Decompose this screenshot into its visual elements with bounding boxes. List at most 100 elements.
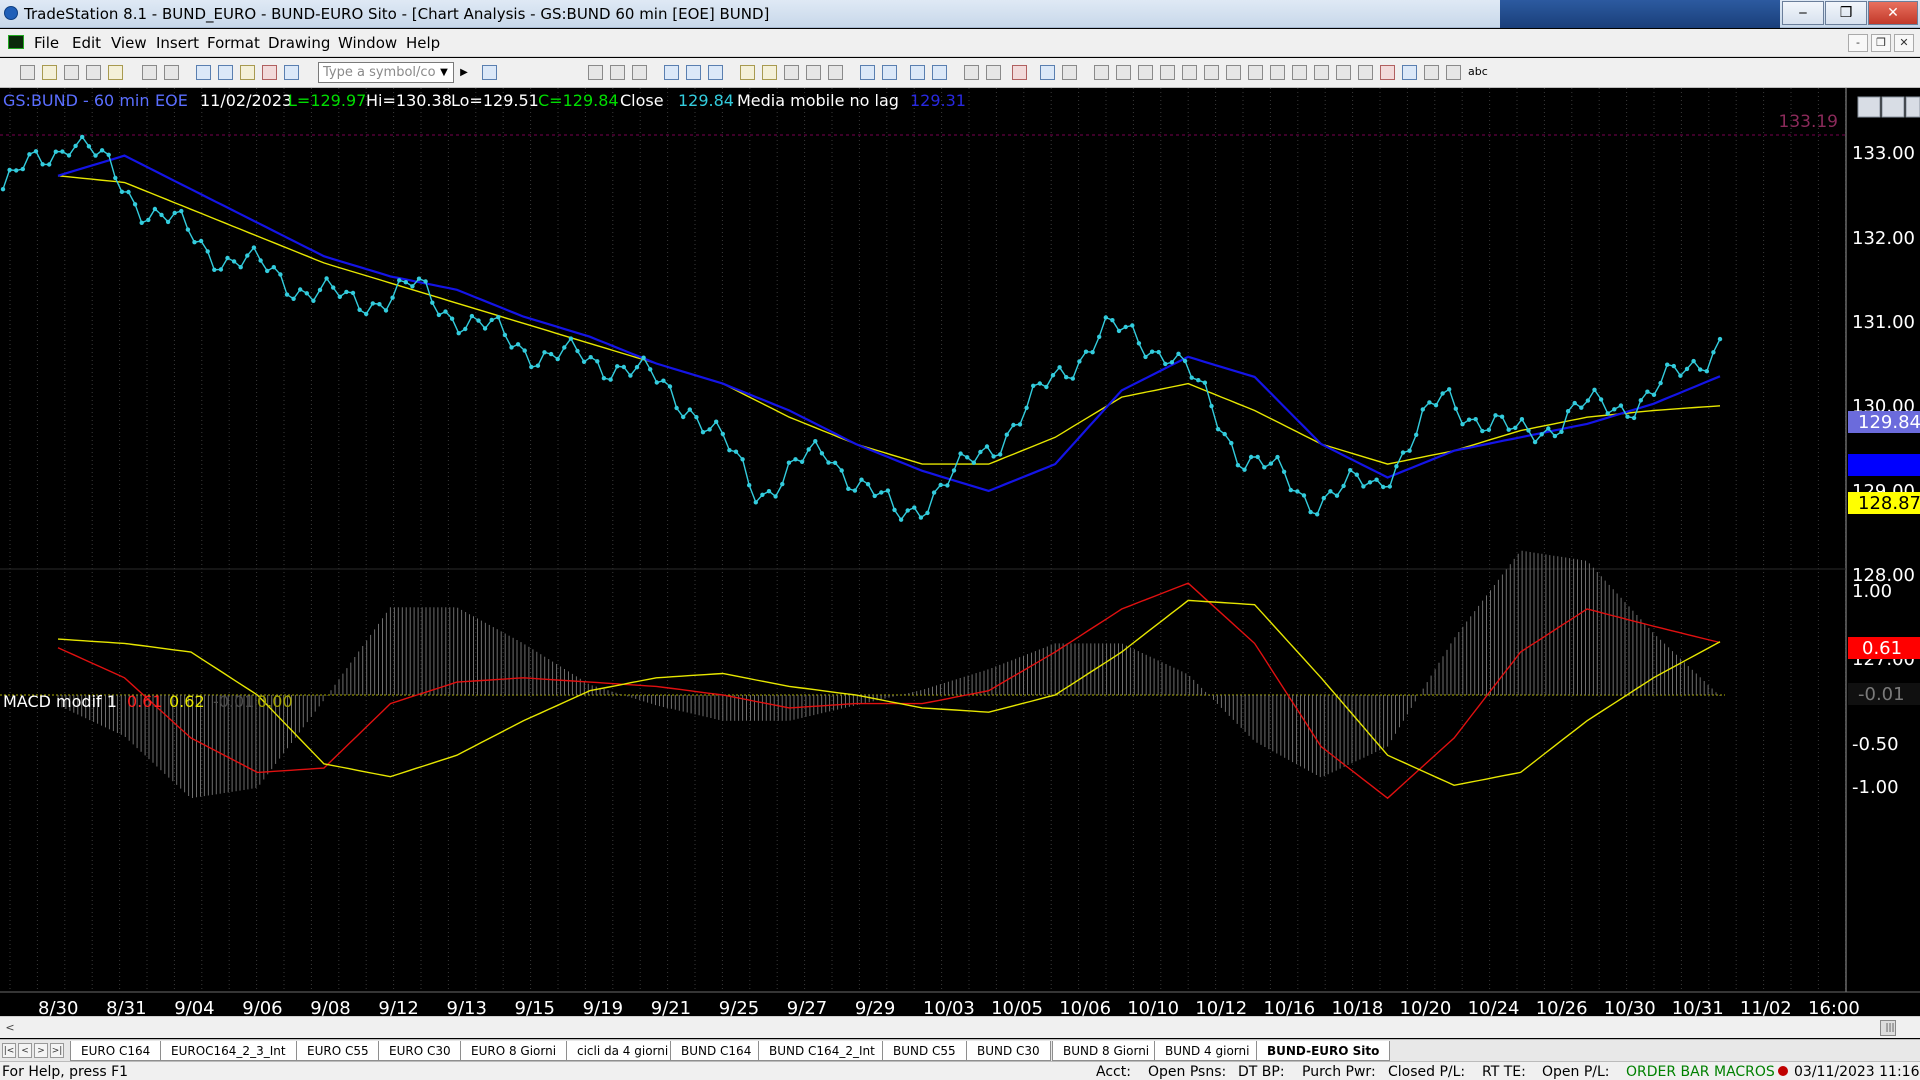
curve-icon[interactable] — [1358, 65, 1373, 80]
regression-icon[interactable] — [1248, 65, 1263, 80]
strategy-icon[interactable] — [686, 65, 701, 80]
speed-lines-icon[interactable] — [1204, 65, 1219, 80]
chart-icon-3[interactable] — [632, 65, 647, 80]
symbol-input[interactable]: Type a symbol/co — [318, 62, 454, 83]
mdi-minimize-button[interactable]: - — [1848, 34, 1868, 52]
compress-icon[interactable] — [882, 65, 897, 80]
tab-euro-c30[interactable]: EURO C30 — [378, 1041, 462, 1061]
window-icon[interactable] — [196, 65, 211, 80]
price-point — [615, 364, 620, 369]
zoom-out-icon[interactable] — [932, 65, 947, 80]
tab-euro-c164[interactable]: EURO C164 — [70, 1041, 162, 1061]
tab-bund-euro-sito[interactable]: BUND-EURO Sito — [1256, 1041, 1391, 1061]
arrow-up-icon[interactable] — [1402, 65, 1417, 80]
arrow-lr-icon[interactable] — [1270, 65, 1285, 80]
tab-bund-c55[interactable]: BUND C55 — [882, 1041, 967, 1061]
mdi-restore-button[interactable]: ❒ — [1871, 34, 1891, 52]
menu-drawing[interactable]: Drawing — [268, 34, 330, 52]
pointer-icon[interactable] — [964, 65, 979, 80]
tab-bund-8-giorni[interactable]: BUND 8 Giorni — [1052, 1041, 1161, 1061]
grid-icon[interactable] — [218, 65, 233, 80]
lock-icon[interactable] — [240, 65, 255, 80]
globe-icon[interactable] — [284, 65, 299, 80]
tools-icon[interactable] — [1012, 65, 1027, 80]
channel-icon[interactable] — [1292, 65, 1307, 80]
horizontal-lines-icon[interactable] — [1138, 65, 1153, 80]
price-point — [707, 427, 712, 432]
cursor-data-icon[interactable] — [986, 65, 1001, 80]
price-point — [1651, 392, 1657, 397]
candle-icon[interactable] — [806, 65, 821, 80]
drawing-icon-1[interactable] — [1062, 65, 1077, 80]
tab-prev-button[interactable]: < — [18, 1043, 32, 1058]
radar-icon[interactable] — [762, 65, 777, 80]
pane-minimize-button[interactable] — [1857, 96, 1881, 118]
print-preview-icon[interactable] — [142, 65, 157, 80]
tab-bund-c30[interactable]: BUND C30 — [966, 1041, 1051, 1061]
tab-euro-8-giorni[interactable]: EURO 8 Giorni — [460, 1041, 568, 1061]
pane-restore-button[interactable] — [1881, 96, 1905, 118]
search-icon[interactable] — [482, 65, 497, 80]
data-window-icon[interactable] — [1040, 65, 1055, 80]
save-icon[interactable] — [64, 65, 79, 80]
vertical-lines-icon[interactable] — [1116, 65, 1131, 80]
tab-next-button[interactable]: > — [34, 1043, 48, 1058]
open-icon[interactable] — [42, 65, 57, 80]
copy-icon[interactable] — [86, 65, 101, 80]
chart-scrollbar[interactable]: < ||| — [0, 1016, 1920, 1038]
tab-bund-4-giorni[interactable]: BUND 4 giorni — [1154, 1041, 1261, 1061]
chart-icon-2[interactable] — [610, 65, 625, 80]
chart-analysis-window[interactable]: 133.19 133.00 132.00 131.00 130.00 129.0… — [0, 88, 1920, 1040]
menu-help[interactable]: Help — [406, 34, 440, 52]
price-point — [1532, 439, 1538, 445]
mdi-close-button[interactable]: ✕ — [1894, 34, 1914, 52]
minimize-button[interactable]: ‒ — [1782, 1, 1824, 25]
scroll-left-arrow[interactable]: < — [2, 1020, 18, 1036]
andrews-pitchfork-icon[interactable] — [1226, 65, 1241, 80]
tab-cicli-da-4-giorni[interactable]: cicli da 4 giorni — [566, 1041, 680, 1061]
scroll-grip-icon[interactable]: ||| — [1882, 1020, 1898, 1036]
menu-insert[interactable]: Insert — [156, 34, 199, 52]
tab-first-button[interactable]: |< — [2, 1043, 16, 1058]
scanner-icon[interactable] — [740, 65, 755, 80]
tab-bund-c164-2-int[interactable]: BUND C164_2_Int — [758, 1041, 886, 1061]
symbol-dropdown-icon[interactable]: ▼ — [436, 63, 452, 82]
tab-euroc164-2-3-int[interactable]: EUROC164_2_3_Int — [160, 1041, 297, 1061]
chart-icon-1[interactable] — [588, 65, 603, 80]
arc-icon[interactable] — [1314, 65, 1329, 80]
indicator-icon[interactable] — [664, 65, 679, 80]
menu-format[interactable]: Format — [207, 34, 260, 52]
gann-fan-icon[interactable] — [1182, 65, 1197, 80]
new-icon[interactable] — [20, 65, 35, 80]
menu-edit[interactable]: Edit — [72, 34, 101, 52]
trendline-icon[interactable] — [1094, 65, 1109, 80]
rectangle-icon[interactable] — [1446, 65, 1461, 80]
menu-view[interactable]: View — [111, 34, 147, 52]
expand-icon[interactable] — [860, 65, 875, 80]
fibonacci-icon[interactable] — [1160, 65, 1175, 80]
folder-icon[interactable] — [108, 65, 123, 80]
go-arrow-icon[interactable]: ▶ — [456, 63, 472, 82]
ellipse-icon[interactable] — [1424, 65, 1439, 80]
zoom-in-icon[interactable] — [910, 65, 925, 80]
chart-window-icon[interactable] — [8, 35, 24, 49]
pane-close-button[interactable] — [1905, 96, 1920, 118]
menu-file[interactable]: File — [34, 34, 59, 52]
pencil-icon[interactable] — [1336, 65, 1351, 80]
tab-last-button[interactable]: >| — [50, 1043, 64, 1058]
print-icon[interactable] — [164, 65, 179, 80]
arrow-down-icon[interactable] — [1380, 65, 1395, 80]
tab-bund-c164[interactable]: BUND C164 — [670, 1041, 763, 1061]
text-tool-icon[interactable]: abc — [1468, 65, 1488, 78]
status-macros[interactable]: MACROS — [1714, 1064, 1775, 1080]
settings-icon[interactable] — [262, 65, 277, 80]
tab-euro-c55[interactable]: EURO C55 — [296, 1041, 380, 1061]
menu-window[interactable]: Window — [338, 34, 397, 52]
close-button[interactable]: ✕ — [1868, 1, 1918, 25]
line-chart-icon[interactable] — [828, 65, 843, 80]
bar-chart-icon[interactable] — [784, 65, 799, 80]
chart-canvas[interactable]: 133.19 133.00 132.00 131.00 130.00 129.0… — [0, 88, 1920, 1016]
maximize-button[interactable]: ❒ — [1825, 1, 1867, 25]
format-icon[interactable] — [708, 65, 723, 80]
status-order-bar[interactable]: ORDER BAR — [1626, 1064, 1709, 1080]
